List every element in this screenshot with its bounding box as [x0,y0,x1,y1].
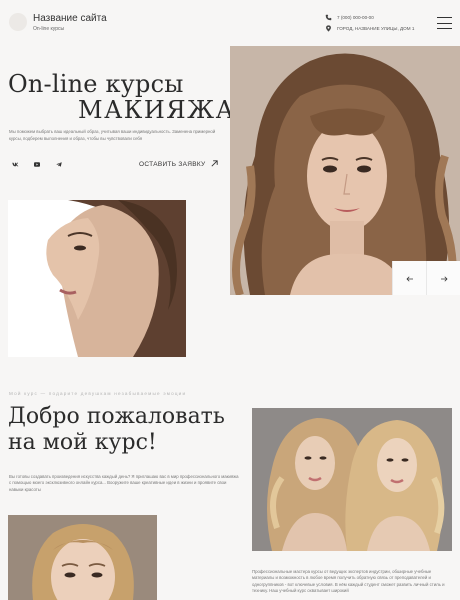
phone-contact[interactable]: 7 (000) 000-00-00 [325,14,374,21]
address-text: ГОРОД, НАЗВАНИЕ УЛИЦЫ, ДОМ 1 [337,26,415,31]
slider-prev-button[interactable] [392,261,426,295]
arrow-right-icon [440,269,448,287]
course-side-description: Профессиональные мастера курсы от ведущи… [252,569,445,594]
site-logo[interactable] [9,13,27,31]
location-pin-icon [325,25,332,32]
hero-title-line1: On-line курсы [8,70,184,98]
about-description: Вы готовы создавать произведения искусст… [9,474,239,492]
about-title: Добро пожаловать на мой курс! [8,404,225,455]
twins-portrait-image [252,408,452,551]
arrow-up-right-icon [210,159,219,170]
hero-portrait-image [230,46,460,295]
slider-next-button[interactable] [426,261,460,295]
slider-controls [392,261,460,295]
arrow-left-icon [405,269,414,287]
phone-number[interactable]: 7 (000) 000-00-00 [337,15,374,20]
youtube-icon[interactable] [31,158,43,170]
vk-icon[interactable] [9,158,21,170]
address-contact: ГОРОД, НАЗВАНИЕ УЛИЦЫ, ДОМ 1 [325,25,414,32]
hero-title-line2: МАКИЯЖА [78,96,236,124]
social-links [9,158,65,170]
phone-icon [325,14,332,21]
hero-description: Мы поможем выбрать ваш идеальный образ, … [9,129,216,141]
cta-label: ОСТАВИТЬ ЗАЯВКУ [139,161,206,168]
hamburger-menu-icon[interactable] [437,17,452,29]
telegram-icon[interactable] [53,158,65,170]
site-title[interactable]: Название сайта [33,13,107,24]
blonde-portrait-image [8,515,157,600]
site-subtitle: On-line курсы [33,26,65,32]
profile-portrait-image [8,200,186,357]
about-eyebrow: Мой курс — подарите девушкам незабываемы… [9,391,187,396]
leave-request-button[interactable]: ОСТАВИТЬ ЗАЯВКУ [139,159,219,170]
